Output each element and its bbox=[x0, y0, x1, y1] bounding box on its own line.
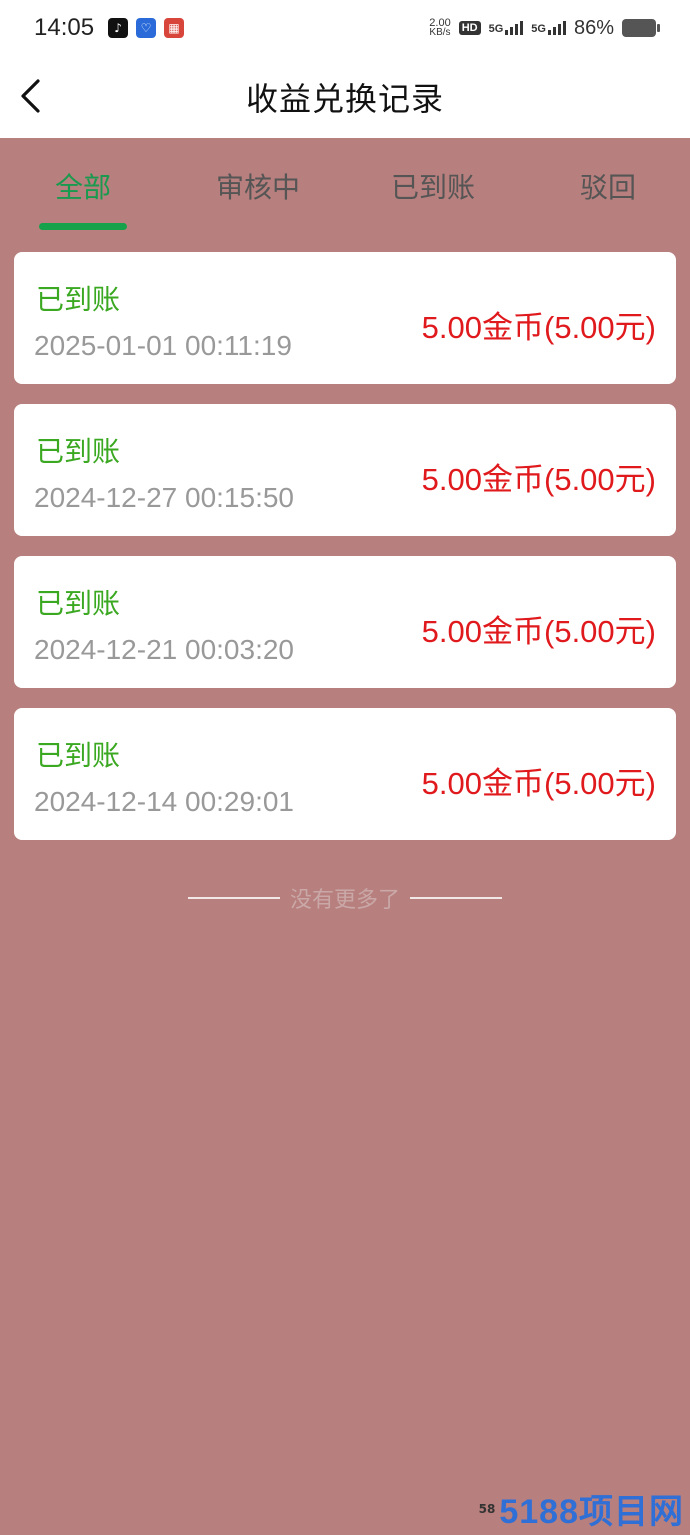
status-bar: 14:05 ♪ ♡ ▦ 2.00 KB/s HD 5G 5G 86% bbox=[0, 0, 690, 56]
record-amount: 5.00金币(5.00元) bbox=[421, 310, 656, 345]
record-status: 已到账 bbox=[36, 435, 121, 468]
battery-icon bbox=[622, 19, 660, 37]
status-time: 14:05 bbox=[34, 14, 95, 41]
battery-percent: 86% bbox=[573, 16, 614, 39]
tab-reviewing[interactable]: 审核中 bbox=[198, 166, 318, 206]
record-card[interactable]: 已到账 2025-01-01 00:11:19 5.00金币(5.00元) bbox=[14, 252, 676, 384]
tab-received[interactable]: 已到账 bbox=[373, 166, 493, 206]
record-amount: 5.00金币(5.00元) bbox=[421, 614, 656, 649]
divider-left bbox=[187, 897, 280, 899]
active-tab-indicator bbox=[39, 223, 127, 230]
back-button[interactable] bbox=[10, 66, 50, 126]
signal-icon-2: 5G bbox=[531, 21, 566, 35]
status-right: 2.00 KB/s HD 5G 5G 86% bbox=[429, 16, 660, 40]
tab-all[interactable]: 全部 bbox=[23, 166, 143, 206]
page-title: 收益兑换记录 bbox=[245, 80, 444, 118]
record-time: 2025-01-01 00:11:19 bbox=[34, 330, 292, 361]
no-more-indicator: 没有更多了 bbox=[0, 882, 690, 914]
hd-voice-icon: HD bbox=[458, 21, 481, 35]
record-status: 已到账 bbox=[36, 587, 121, 620]
chevron-left-icon bbox=[21, 79, 40, 113]
watermark-small: 58 bbox=[478, 1501, 496, 1516]
record-time: 2024-12-21 00:03:20 bbox=[34, 634, 294, 665]
record-time: 2024-12-14 00:29:01 bbox=[34, 786, 294, 817]
tiktok-icon: ♪ bbox=[108, 18, 129, 38]
record-list: 已到账 2025-01-01 00:11:19 5.00金币(5.00元) 已到… bbox=[14, 252, 676, 860]
tab-rejected[interactable]: 驳回 bbox=[548, 166, 668, 206]
record-amount: 5.00金币(5.00元) bbox=[421, 462, 656, 497]
record-status: 已到账 bbox=[36, 283, 121, 316]
shop-app-icon: ▦ bbox=[164, 18, 185, 38]
watermark-logo: 5188项目网 bbox=[499, 1493, 684, 1531]
tab-bar: 全部 审核中 已到账 驳回 bbox=[0, 150, 690, 234]
record-status: 已到账 bbox=[36, 739, 121, 772]
network-speed: 2.00 KB/s bbox=[429, 17, 451, 38]
status-app-icons: ♪ ♡ ▦ bbox=[108, 18, 185, 38]
record-card[interactable]: 已到账 2024-12-14 00:29:01 5.00金币(5.00元) bbox=[14, 708, 676, 840]
watermark: 58 5188项目网 bbox=[479, 1484, 684, 1533]
signal-icon-1: 5G bbox=[489, 21, 524, 35]
no-more-text: 没有更多了 bbox=[289, 888, 400, 913]
record-amount: 5.00金币(5.00元) bbox=[421, 766, 656, 801]
record-time: 2024-12-27 00:15:50 bbox=[34, 482, 294, 513]
divider-right bbox=[410, 897, 502, 899]
nav-bar: 收益兑换记录 bbox=[0, 56, 690, 138]
record-card[interactable]: 已到账 2024-12-21 00:03:20 5.00金币(5.00元) bbox=[14, 556, 676, 688]
shield-icon: ♡ bbox=[136, 18, 157, 38]
record-card[interactable]: 已到账 2024-12-27 00:15:50 5.00金币(5.00元) bbox=[14, 404, 676, 536]
